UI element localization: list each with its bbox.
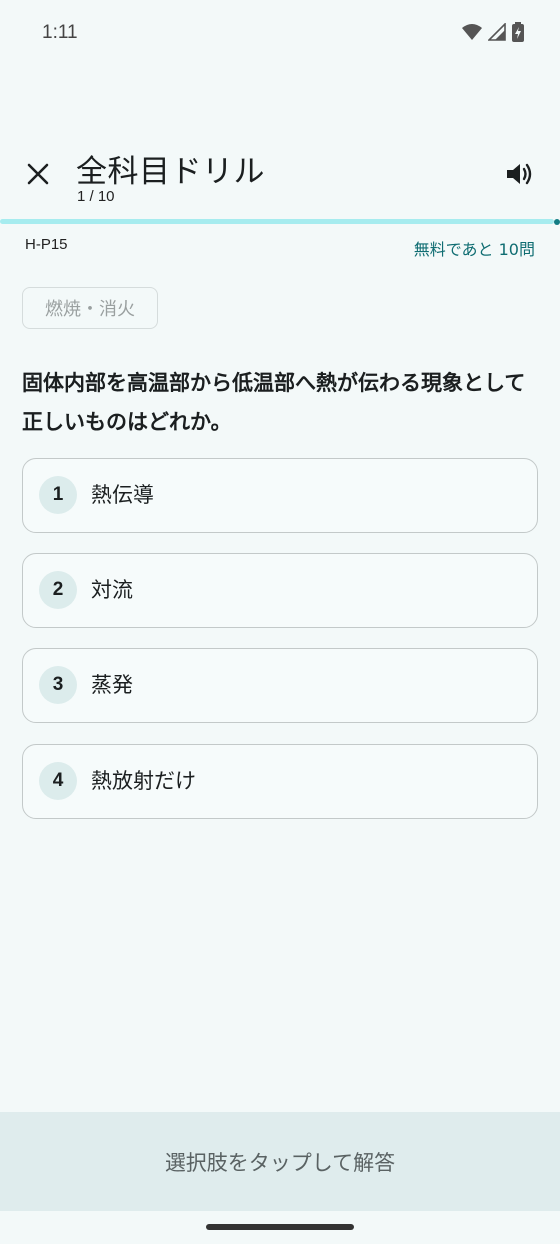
status-bar: 1:11 — [0, 0, 560, 66]
answer-hint-bar: 選択肢をタップして解答 — [0, 1112, 560, 1211]
option-label: 対流 — [91, 578, 133, 602]
progress-fill — [0, 219, 554, 224]
option-number-badge: 1 — [39, 476, 77, 514]
progress-end-dot — [554, 219, 560, 225]
category-chip: 燃焼・消火 — [22, 287, 158, 329]
free-remaining-label: 無料であと 10問 — [413, 240, 535, 259]
top-app-bar: 全科目ドリル 1 / 10 — [0, 140, 560, 220]
option-number-badge: 2 — [39, 571, 77, 609]
wifi-icon — [462, 23, 482, 45]
question-text: 固体内部を高温部から低温部へ熱が伝わる現象として正しいものはどれか。 — [22, 371, 526, 434]
status-time: 1:11 — [42, 22, 78, 43]
sound-button[interactable] — [502, 158, 538, 194]
signal-icon — [487, 22, 506, 45]
answer-hint-text: 選択肢をタップして解答 — [164, 1150, 396, 1175]
option-label: 蒸発 — [91, 673, 133, 697]
answer-option-3[interactable]: 3 蒸発 — [22, 648, 538, 723]
option-number-badge: 4 — [39, 762, 77, 800]
answer-option-1[interactable]: 1 熱伝導 — [22, 458, 538, 533]
status-icons — [462, 22, 524, 46]
close-button[interactable] — [18, 156, 58, 196]
progress-bar — [0, 219, 560, 225]
page-title: 全科目ドリル — [76, 154, 265, 190]
answer-option-2[interactable]: 2 対流 — [22, 553, 538, 628]
question-counter: 1 / 10 — [77, 188, 115, 205]
close-icon — [27, 163, 49, 189]
answer-option-4[interactable]: 4 熱放射だけ — [22, 744, 538, 819]
option-label: 熱伝導 — [91, 483, 154, 507]
home-indicator[interactable] — [206, 1224, 354, 1230]
battery-charging-icon — [512, 22, 524, 46]
question-code: H-P15 — [25, 236, 68, 253]
option-label: 熱放射だけ — [91, 769, 196, 793]
volume-icon — [506, 161, 534, 191]
option-number-badge: 3 — [39, 666, 77, 704]
